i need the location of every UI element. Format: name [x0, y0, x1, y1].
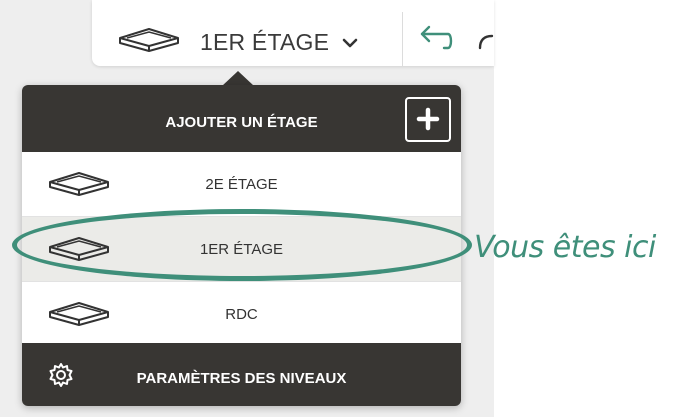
side-area — [494, 0, 676, 417]
redo-arrow-icon — [476, 34, 494, 56]
floor-selector[interactable]: 1ER ÉTAGE — [92, 0, 402, 66]
level-settings-button[interactable]: PARAMÈTRES DES NIVEAUX — [22, 343, 461, 406]
undo-button[interactable] — [418, 24, 458, 58]
add-floor-label: AJOUTER UN ÉTAGE — [165, 114, 318, 131]
redo-button[interactable] — [476, 24, 494, 58]
you-are-here-annotation: Vous êtes ici — [474, 230, 656, 265]
floor-box-icon — [118, 27, 180, 58]
floor-item-rdc[interactable]: RDC — [22, 282, 461, 346]
current-floor-label: 1ER ÉTAGE — [200, 29, 330, 55]
undo-arrow-icon — [418, 25, 454, 56]
floor-item-label: RDC — [225, 306, 258, 323]
top-toolbar: 1ER ÉTAGE — [92, 0, 494, 66]
floor-dropdown: AJOUTER UN ÉTAGE 2E ÉTAGE 1ER ÉTAGE RDC … — [22, 85, 461, 406]
toolbar-divider — [402, 12, 403, 66]
chevron-down-icon — [342, 36, 358, 54]
plus-icon — [407, 107, 449, 144]
dropdown-header: AJOUTER UN ÉTAGE — [22, 85, 461, 152]
floor-item-label: 1ER ÉTAGE — [199, 241, 284, 258]
floor-item-label: 2E ÉTAGE — [205, 176, 278, 193]
level-settings-label: PARAMÈTRES DES NIVEAUX — [136, 370, 347, 387]
add-floor-button[interactable] — [405, 97, 451, 142]
dropdown-caret — [222, 71, 254, 86]
floor-item-1er-etage[interactable]: 1ER ÉTAGE — [22, 217, 461, 281]
floor-item-2e-etage[interactable]: 2E ÉTAGE — [22, 152, 461, 216]
